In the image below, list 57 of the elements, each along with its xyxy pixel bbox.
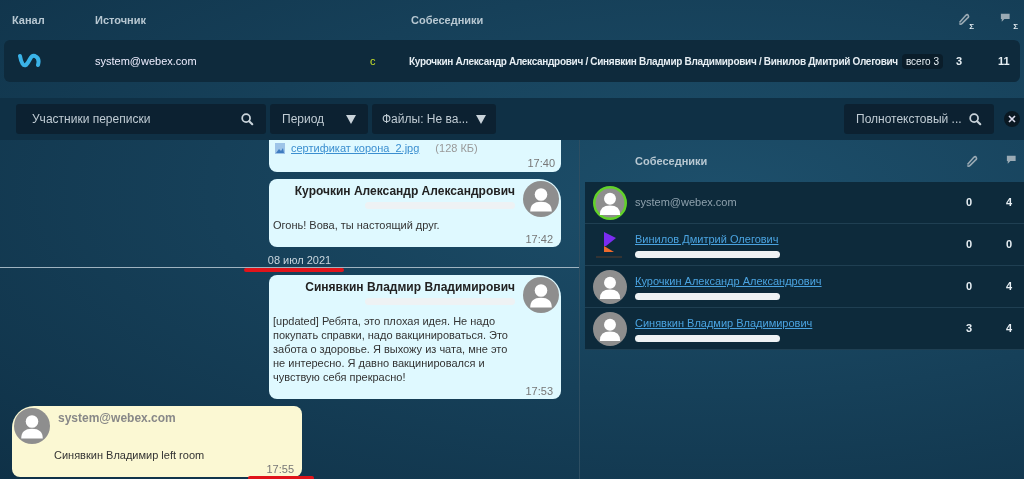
period-dropdown[interactable]: Период bbox=[270, 104, 368, 134]
image-file-icon bbox=[275, 143, 285, 154]
total-badge: всего 3 bbox=[901, 53, 943, 69]
sum-mark: Σ bbox=[1013, 23, 1018, 31]
paperclip-icon bbox=[964, 154, 978, 168]
channel-marker: с bbox=[370, 53, 377, 69]
message-text: Огонь! Вова, ты настоящий друг. bbox=[273, 218, 441, 232]
close-button[interactable] bbox=[1004, 111, 1020, 127]
files-dropdown[interactable]: Файлы: Не ва... bbox=[372, 104, 496, 134]
message-count: 4 bbox=[1006, 195, 1014, 211]
fulltext-search-field[interactable]: Полнотекстовый ... bbox=[844, 104, 994, 134]
panel-title: Собеседники bbox=[635, 153, 709, 169]
participant-row[interactable]: Синявкин Владмир Владимирович 3 4 bbox=[585, 308, 1024, 350]
file-size: (128 КБ) bbox=[435, 141, 478, 157]
channel-row[interactable]: system@webex.com с Курочкин Александр Александрович / Синявкин Владмир Владимирович / Винилов Дмитрий Олегович всего 3 3 11 bbox=[4, 40, 1020, 82]
attachment-count: 0 bbox=[966, 195, 974, 211]
close-icon bbox=[1008, 115, 1016, 123]
date-divider-label: 08 июл 2021 bbox=[267, 254, 332, 267]
column-header: Канал bbox=[11, 12, 46, 28]
avatar-icon bbox=[523, 181, 559, 217]
participant-row[interactable]: Курочкин Александр Александрович 0 4 bbox=[585, 266, 1024, 308]
participants-list: Курочкин Александр Александрович / Синявкин Владмир Владимирович / Винилов Дмитрий Олегович bbox=[409, 53, 898, 69]
participant-row[interactable]: Винилов Дмитрий Олегович 0 0 bbox=[585, 224, 1024, 266]
participant-link[interactable]: Курочкин Александр Александрович bbox=[635, 272, 822, 290]
message-author: system@webex.com bbox=[58, 411, 176, 426]
column-header: Собеседники bbox=[411, 12, 485, 28]
attachment-count: 0 bbox=[966, 237, 974, 253]
message-text: [updated] Ребята, это плохая идея. Не надо покупать справки, надо вакцинироваться. Это забота о здоровье. Я выхожу из чата, мне это не интересно. Я давно вакцинировался и чувствую себя прекрасно! bbox=[273, 314, 509, 384]
attachment-count: 3 bbox=[956, 53, 964, 69]
caret-icon bbox=[346, 114, 356, 124]
search-icon bbox=[968, 112, 982, 126]
message-author: Синявкин Владмир Владимирович bbox=[305, 280, 515, 295]
attachment-count: 0 bbox=[966, 279, 974, 295]
message-count: 4 bbox=[1006, 321, 1014, 337]
search-icon bbox=[240, 112, 254, 126]
message-time: 17:40 bbox=[527, 156, 555, 170]
participant-row[interactable]: system@webex.com 0 4 bbox=[585, 182, 1024, 224]
avatar-icon bbox=[523, 277, 559, 313]
column-header: Источник bbox=[95, 12, 147, 28]
message-text: Синявкин Владимир left room bbox=[54, 448, 206, 462]
message-time: 17:42 bbox=[525, 232, 553, 246]
message-count: 4 bbox=[1006, 279, 1014, 295]
message-time: 17:55 bbox=[266, 462, 294, 476]
message-time: 17:53 bbox=[525, 384, 553, 398]
message-author: Курочкин Александр Александрович bbox=[294, 184, 515, 199]
participant-link[interactable]: Винилов Дмитрий Олегович bbox=[635, 230, 779, 248]
avatar-icon bbox=[14, 408, 50, 444]
attachment-count: 3 bbox=[966, 321, 974, 337]
message-count: 0 bbox=[1006, 237, 1014, 253]
paperclip-icon bbox=[956, 12, 970, 26]
caret-icon bbox=[476, 114, 486, 124]
sum-mark: Σ bbox=[969, 23, 974, 31]
participant-name: system@webex.com bbox=[635, 195, 737, 211]
source-email: system@webex.com bbox=[95, 53, 198, 69]
participants-search-field[interactable]: Участники переписки bbox=[16, 104, 266, 134]
message-count: 11 bbox=[998, 53, 1011, 69]
participant-link[interactable]: Синявкин Владмир Владимирович bbox=[635, 314, 813, 332]
